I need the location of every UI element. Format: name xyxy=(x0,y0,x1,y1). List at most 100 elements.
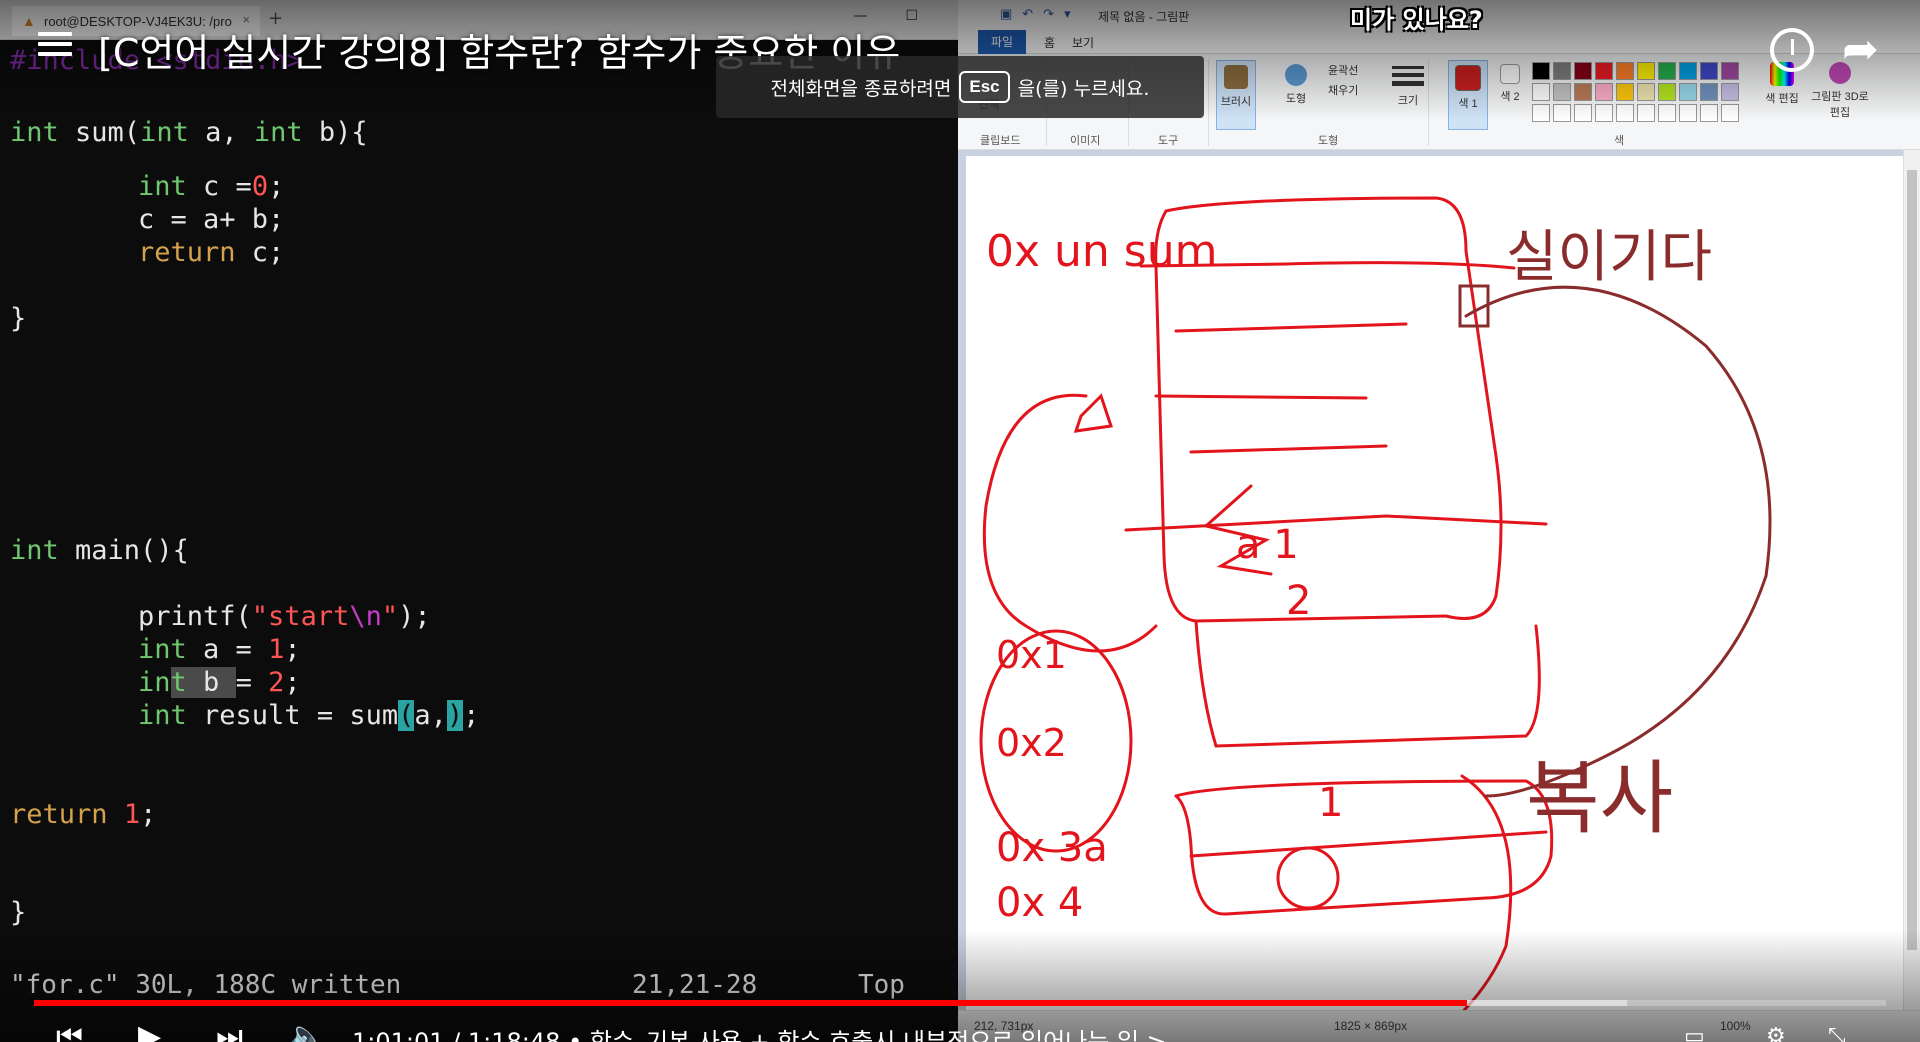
color-swatch[interactable] xyxy=(1574,62,1592,80)
play-icon[interactable]: ▶ xyxy=(138,1022,161,1042)
time-current: 1:01:01 xyxy=(352,1028,445,1042)
block-line xyxy=(1154,394,1368,400)
color-swatch[interactable] xyxy=(1721,104,1739,122)
quick-access-toolbar[interactable]: ▣↶↷▾ xyxy=(1000,6,1081,22)
color-swatch[interactable] xyxy=(1595,62,1613,80)
fullscreen-exit-icon[interactable]: ⤡ xyxy=(1828,1022,1846,1042)
shapes-icon xyxy=(1285,64,1307,86)
arrow-head xyxy=(1073,393,1113,433)
block-line xyxy=(1189,444,1388,454)
zero-circle xyxy=(1276,846,1340,910)
color-swatch[interactable] xyxy=(1700,104,1718,122)
tab-view[interactable]: 보기 xyxy=(1072,34,1094,51)
label-0x2: 0x2 xyxy=(996,721,1067,765)
copy-block xyxy=(1174,779,1554,916)
block-line xyxy=(1124,514,1548,532)
drawing-canvas[interactable]: 0x un sum a 1 2 0x1 0x2 0x 3a 0x 4 1 실이기… xyxy=(966,156,1903,1038)
memory-loop xyxy=(1464,285,1772,798)
color-swatch[interactable] xyxy=(1700,83,1718,101)
color-swatch[interactable] xyxy=(1553,104,1571,122)
big-arc xyxy=(1434,774,1513,1038)
label-memory: 실이기다 xyxy=(1506,225,1712,290)
color-swatch[interactable] xyxy=(1679,83,1697,101)
tab-home[interactable]: 홈 xyxy=(1044,34,1055,51)
size-label: 크기 xyxy=(1397,95,1419,107)
code-line-int-a: int a = 1; xyxy=(138,634,301,665)
color-swatch[interactable] xyxy=(1679,104,1697,122)
label-2: 2 xyxy=(1286,578,1311,624)
color-swatch[interactable] xyxy=(1574,83,1592,101)
ribbon-separator xyxy=(1208,60,1209,146)
playlist-menu-icon[interactable] xyxy=(38,32,72,60)
cursor-position: 21,21-28 xyxy=(632,970,758,1000)
shapes-button[interactable]: 도형 xyxy=(1276,64,1316,106)
color-swatch[interactable] xyxy=(1700,62,1718,80)
color-swatch[interactable] xyxy=(1637,83,1655,101)
settings-icon[interactable]: ⚙ xyxy=(1766,1022,1786,1042)
color-swatch[interactable] xyxy=(1595,104,1613,122)
size-line-icon xyxy=(1392,81,1424,86)
exit-fullscreen-toast: 전체화면을 종료하려면 Esc 을(를) 누르세요. xyxy=(716,56,1204,118)
color-swatch[interactable] xyxy=(1721,62,1739,80)
color-swatch[interactable] xyxy=(1658,104,1676,122)
color-swatch[interactable] xyxy=(1532,104,1550,122)
linux-icon: ▲ xyxy=(22,13,36,29)
color2-button[interactable]: 색 2 xyxy=(1494,64,1526,104)
color-swatch[interactable] xyxy=(1616,83,1634,101)
color-swatch[interactable] xyxy=(1679,62,1697,80)
color-swatch[interactable] xyxy=(1553,83,1571,101)
color-swatch[interactable] xyxy=(1532,62,1550,80)
color1-button[interactable]: 색 1 xyxy=(1448,60,1488,130)
tab-file[interactable]: 파일 xyxy=(978,30,1026,54)
group-label-tools: 도구 xyxy=(1158,135,1179,147)
color-swatch[interactable] xyxy=(1574,104,1592,122)
size-button[interactable]: 크기 xyxy=(1386,62,1430,108)
group-label-shapes: 도형 xyxy=(1318,135,1339,147)
size-line-icon xyxy=(1392,73,1424,77)
subtitles-icon[interactable]: ▭ xyxy=(1684,1022,1705,1042)
color-swatch[interactable] xyxy=(1532,83,1550,101)
label-0x-sum: 0x un sum xyxy=(986,226,1217,277)
label-1: 1 xyxy=(1318,780,1343,826)
vim-status-message: "for.c" 30L, 188C written xyxy=(10,970,402,1000)
watch-later-icon[interactable] xyxy=(1770,28,1814,72)
time-display: 1:01:01 / 1:18:48 • 함수_기본 사용 + 함수 호출시 내부… xyxy=(352,1022,1167,1042)
drawing-strokes: 0x un sum a 1 2 0x1 0x2 0x 3a 0x 4 1 실이기… xyxy=(979,196,1772,1038)
color1-swatch xyxy=(1455,65,1481,91)
scrollbar-thumb[interactable] xyxy=(1907,170,1917,950)
toast-prefix: 전체화면을 종료하려면 xyxy=(770,77,952,100)
color-swatch[interactable] xyxy=(1658,62,1676,80)
canvas-area: 0x un sum a 1 2 0x1 0x2 0x 3a 0x 4 1 실이기… xyxy=(958,150,1903,1038)
chapter-title[interactable]: • 함수_기본 사용 + 함수 호출시 내부적으로 일어나는 일 > xyxy=(568,1028,1167,1042)
next-icon[interactable]: ⏭ xyxy=(216,1022,243,1042)
code-line-c-assign: c = a+ b; xyxy=(138,204,285,235)
color-swatch[interactable] xyxy=(1616,62,1634,80)
main-signature-line: int main(){ xyxy=(10,535,189,566)
color-swatch[interactable] xyxy=(1595,83,1613,101)
color-swatch[interactable] xyxy=(1637,62,1655,80)
lower-block xyxy=(1194,619,1541,748)
previous-icon[interactable]: ⏮ xyxy=(56,1022,83,1042)
code-line-int-b: int b = 2; xyxy=(138,667,301,698)
color-swatch[interactable] xyxy=(1553,62,1571,80)
group-label-colors: 색 xyxy=(1614,135,1625,147)
color-swatch[interactable] xyxy=(1721,83,1739,101)
video-caption: 미가 있나요? xyxy=(1350,6,1483,34)
sum-signature-line: int sum(int a, int b){ xyxy=(10,117,368,148)
share-icon[interactable]: ➦ xyxy=(1842,24,1879,75)
maximize-button[interactable]: ☐ xyxy=(905,8,918,24)
color2-swatch xyxy=(1500,64,1520,84)
vertical-scrollbar[interactable] xyxy=(1903,150,1920,1010)
code-line-result: int result = sum(a,); xyxy=(138,700,480,731)
sum-close-brace: } xyxy=(10,303,27,334)
brushes-button[interactable]: 브러시 xyxy=(1216,60,1256,130)
brush-icon xyxy=(1224,65,1248,89)
volume-icon[interactable]: 🔈 xyxy=(288,1022,325,1042)
color-swatch[interactable] xyxy=(1616,104,1634,122)
color-swatch[interactable] xyxy=(1637,104,1655,122)
color-swatch[interactable] xyxy=(1658,83,1676,101)
progress-bar[interactable] xyxy=(34,1000,1886,1006)
code-line-return-c: return c; xyxy=(138,237,285,268)
terminal-window: ▲ root@DESKTOP-VJ4EK3U: /pro × + — ☐ #in… xyxy=(0,0,958,1042)
code-editor[interactable]: #include <stdio.h> int sum(int a, int b)… xyxy=(10,40,950,928)
